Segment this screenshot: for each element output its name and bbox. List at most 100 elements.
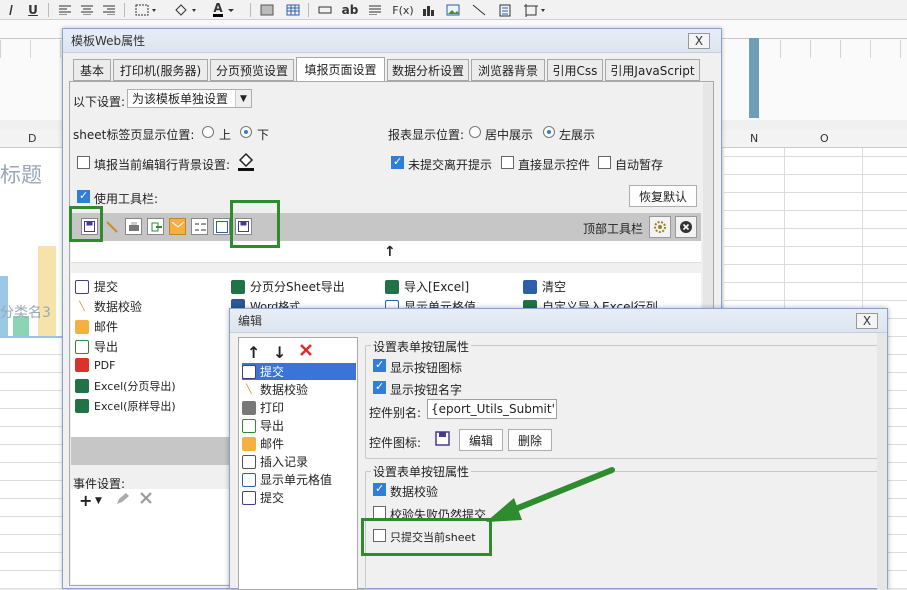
image-icon[interactable]: [444, 1, 462, 19]
chevron-down-icon: ▼: [235, 90, 251, 107]
close-button[interactable]: X: [688, 33, 710, 49]
move-up-icon[interactable]: ↑: [247, 343, 260, 362]
list-item[interactable]: 插入记录: [242, 453, 308, 470]
event-list[interactable]: + ▼: [71, 489, 231, 584]
tab-fill-page[interactable]: 填报页面设置: [296, 57, 385, 82]
text-icon[interactable]: ab: [340, 1, 360, 19]
move-down-icon[interactable]: ↓: [273, 343, 286, 362]
export-icon[interactable]: [147, 218, 164, 235]
align-left-icon[interactable]: [56, 1, 74, 19]
fill-bg-checkbox[interactable]: [77, 156, 90, 169]
page-icon[interactable]: [496, 1, 514, 19]
tab-css[interactable]: 引用Css: [547, 59, 603, 81]
remove-toolbar-icon[interactable]: [675, 216, 697, 238]
autosave-checkbox[interactable]: [598, 156, 611, 169]
list-item-label: 导出: [94, 340, 119, 354]
alias-input[interactable]: {eport_Utils_Submit')}: [427, 399, 557, 419]
list-item[interactable]: 提交: [242, 363, 356, 380]
sheet-tab-bottom-radio[interactable]: [240, 126, 252, 138]
edit-dialog-title: 编辑: [238, 314, 263, 328]
list-item[interactable]: 邮件: [75, 318, 118, 335]
insert-record-icon[interactable]: [191, 218, 208, 235]
list-item-label: 提交: [94, 280, 119, 294]
align-center-icon[interactable]: [78, 1, 96, 19]
highlight-box: [230, 200, 280, 248]
show-icon-checkbox[interactable]: [373, 358, 386, 372]
delete-event-icon[interactable]: [139, 491, 153, 508]
edit-event-icon[interactable]: [115, 492, 129, 509]
save-icon: [435, 431, 450, 446]
list-item-label: Excel(分页导出): [94, 380, 176, 393]
list-item[interactable]: ╲ 数据校验: [75, 298, 142, 315]
list-item[interactable]: Excel(原样导出): [75, 398, 176, 414]
excel-icon: [385, 279, 399, 294]
email-icon[interactable]: [169, 218, 186, 235]
edit-scrollbar[interactable]: [877, 333, 887, 590]
sheet-tab-top-radio[interactable]: [202, 126, 214, 138]
print-icon[interactable]: [125, 218, 142, 235]
list-item[interactable]: 邮件: [242, 435, 284, 452]
chevron-down-icon[interactable]: ▼: [95, 496, 102, 506]
column-header-o[interactable]: O: [820, 133, 829, 144]
border-icon[interactable]: [132, 1, 160, 19]
tab-printer[interactable]: 打印机(服务器): [113, 59, 208, 81]
excel-icon: [75, 399, 89, 413]
list-item[interactable]: ╲ 数据校验: [242, 381, 308, 398]
tab-data-analysis[interactable]: 数据分析设置: [387, 59, 469, 81]
merge-cell-icon[interactable]: [258, 1, 276, 19]
list-item[interactable]: Excel(分页导出): [75, 378, 176, 394]
underline-button[interactable]: U: [24, 1, 42, 19]
column-header-d[interactable]: D: [28, 133, 36, 144]
settings-select[interactable]: 为该模板单独设置 ▼: [127, 89, 252, 108]
italic-icon[interactable]: [4, 1, 18, 19]
chart-icon[interactable]: [420, 1, 438, 19]
frame-icon[interactable]: [520, 1, 550, 19]
list-item[interactable]: 导出: [75, 338, 118, 355]
table-icon[interactable]: [284, 1, 302, 19]
list-item-label: 邮件: [94, 320, 119, 334]
align-right-icon[interactable]: [100, 1, 118, 19]
fill-color-icon[interactable]: [170, 1, 202, 19]
dialog-titlebar: 模板Web属性 X: [63, 29, 721, 53]
list-item[interactable]: 清空: [523, 278, 566, 295]
tab-basic[interactable]: 基本: [73, 59, 111, 81]
tab-javascript[interactable]: 引用JavaScript: [605, 59, 700, 81]
list-item[interactable]: 提交: [242, 489, 284, 506]
column-header-n[interactable]: N: [750, 133, 758, 144]
font-color-button[interactable]: A: [208, 1, 242, 19]
data-validate-checkbox[interactable]: [373, 482, 386, 496]
line-icon[interactable]: [470, 1, 488, 19]
edit-close-button[interactable]: X: [856, 313, 878, 329]
restore-default-button[interactable]: 恢复默认: [629, 185, 697, 207]
delete-icon[interactable]: [299, 342, 313, 361]
gear-icon[interactable]: [649, 216, 671, 238]
show-cell-value-icon[interactable]: [213, 218, 230, 235]
show-control-checkbox[interactable]: [501, 156, 514, 169]
unsubmitted-prompt-checkbox[interactable]: [391, 155, 404, 169]
show-name-checkbox[interactable]: [373, 380, 386, 394]
textbox-icon[interactable]: [316, 1, 334, 19]
paragraph-icon[interactable]: [366, 1, 384, 19]
arrow-up-icon[interactable]: ↑: [384, 244, 396, 260]
report-center-radio[interactable]: [469, 126, 481, 138]
list-item[interactable]: 导入[Excel]: [385, 278, 469, 295]
formula-icon[interactable]: F(x): [390, 1, 416, 19]
delete-icon-button[interactable]: 删除: [508, 429, 552, 451]
list-item[interactable]: 导出: [242, 417, 284, 434]
report-left-radio[interactable]: [543, 126, 555, 138]
tab-browser-bg[interactable]: 浏览器背景: [471, 59, 545, 81]
edit-icon-button[interactable]: 编辑: [459, 429, 503, 451]
list-item[interactable]: 提交: [75, 278, 118, 295]
tab-page-preview[interactable]: 分页预览设置: [210, 59, 294, 81]
list-item-label: Excel(原样导出): [94, 400, 176, 413]
list-item[interactable]: 分页分Sheet导出: [231, 278, 345, 295]
list-item[interactable]: PDF: [75, 358, 115, 372]
list-item[interactable]: 显示单元格值: [242, 471, 332, 488]
add-event-icon[interactable]: +: [79, 491, 92, 510]
use-toolbar-checkbox[interactable]: [77, 189, 90, 203]
paint-bucket-icon[interactable]: [235, 150, 257, 172]
settings-label: 以下设置:: [73, 95, 126, 109]
validate-icon[interactable]: [103, 218, 120, 235]
list-item[interactable]: 打印: [242, 399, 284, 416]
sheet-grid-left[interactable]: [0, 338, 62, 589]
